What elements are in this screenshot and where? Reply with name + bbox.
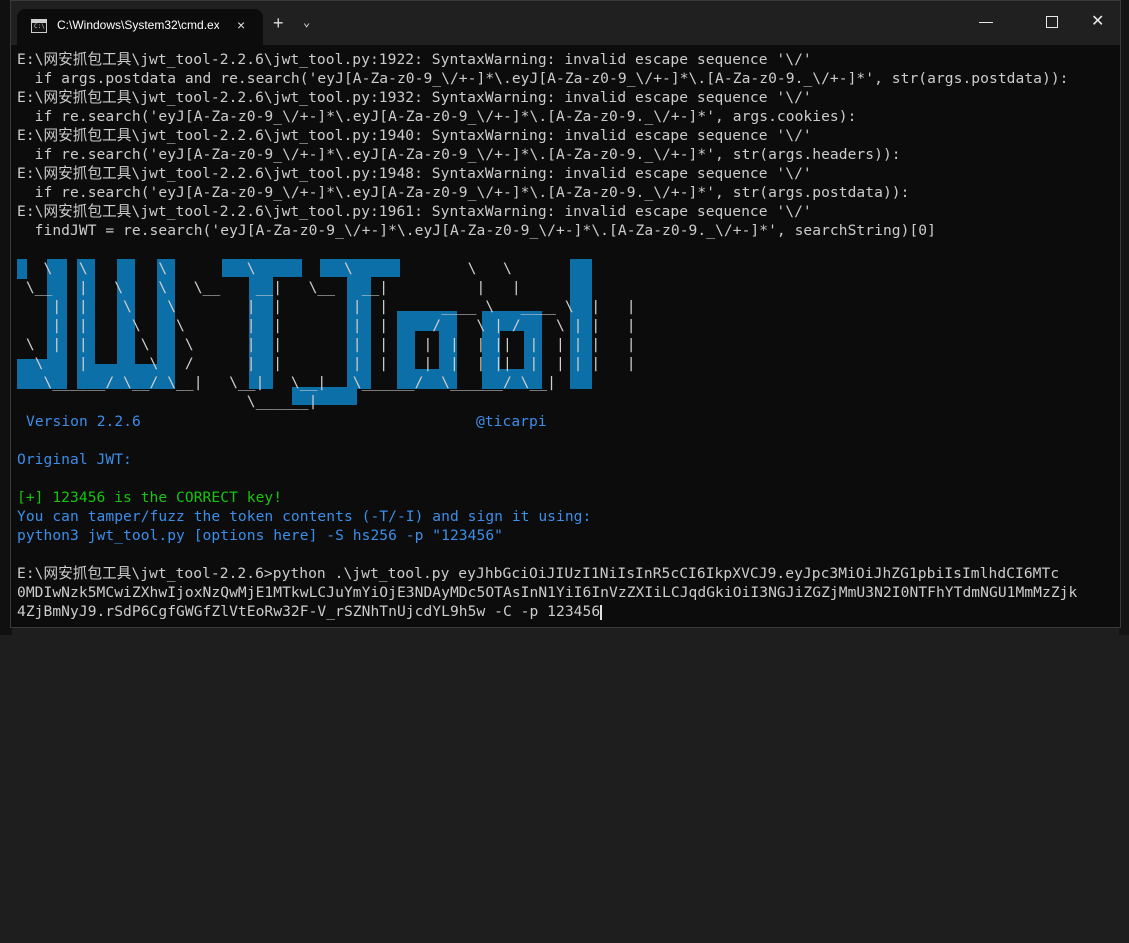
warning-line: E:\网安抓包工具\jwt_tool-2.2.6\jwt_tool.py:194… xyxy=(17,165,812,182)
cmd-icon: C:\ xyxy=(31,19,47,33)
logo-row: \______/ \__/ \__| \__| \__| \______/ \_… xyxy=(17,374,557,391)
logo-row: | | \ \ | | | | ____ \ ____ \ | | xyxy=(17,298,636,315)
logo-row: \ \ \ \ \ \ \ xyxy=(17,260,512,277)
warning-code-line: if re.search('eyJ[A-Za-z0-9_\/+-]*\.eyJ[… xyxy=(17,146,901,163)
terminal-window: C:\ C:\Windows\System32\cmd.exe × + ⌄ ✕ … xyxy=(10,0,1121,628)
prompt-line: 4ZjBmNyJ9.rSdP6CgfGWGfZlVtEoRw32F-V_rSZN… xyxy=(17,602,603,621)
terminal-tab[interactable]: C:\ C:\Windows\System32\cmd.exe × xyxy=(17,9,263,45)
warning-code-line: if re.search('eyJ[A-Za-z0-9_\/+-]*\.eyJ[… xyxy=(17,108,857,125)
prompt-line: 0MDIwNzk5MCwiZXhwIjoxNzQwMjE1MTkwLCJuYmY… xyxy=(17,584,1078,601)
close-window-button[interactable]: ✕ xyxy=(1091,11,1104,31)
minimize-button[interactable] xyxy=(979,22,993,23)
logo-row: \ | | \ \ | | | | | | | || | | | | | xyxy=(17,336,636,353)
logo-row: \__ | \ \ \__ __| \__ __| | | xyxy=(17,279,521,296)
warning-line: E:\网安抓包工具\jwt_tool-2.2.6\jwt_tool.py:194… xyxy=(17,127,812,144)
title-bar: C:\ C:\Windows\System32\cmd.exe × + ⌄ ✕ xyxy=(11,1,1120,45)
sign-command: python3 jwt_tool.py [options here] -S hs… xyxy=(17,527,503,544)
terminal-output[interactable]: E:\网安抓包工具\jwt_tool-2.2.6\jwt_tool.py:192… xyxy=(17,50,1117,624)
logo-row: | | \ \ | | | | / \ | / \ | | | xyxy=(17,317,636,334)
tamper-hint: You can tamper/fuzz the token contents (… xyxy=(17,508,592,525)
warning-code-line: findJWT = re.search('eyJ[A-Za-z0-9_\/+-]… xyxy=(17,222,936,239)
tab-title: C:\Windows\System32\cmd.exe xyxy=(57,18,219,32)
version-label: Version 2.2.6 xyxy=(26,413,141,430)
jwt-tool-logo: \ \ \ \ \ \ \ \__ | \ \ \__ __| \__ __| … xyxy=(17,259,635,411)
new-tab-button[interactable]: + xyxy=(273,14,284,32)
close-tab-icon[interactable]: × xyxy=(237,17,245,33)
warning-line: E:\网安抓包工具\jwt_tool-2.2.6\jwt_tool.py:196… xyxy=(17,203,812,220)
text-cursor xyxy=(600,604,603,620)
warning-code-line: if args.postdata and re.search('eyJ[A-Za… xyxy=(17,70,1069,87)
warning-code-line: if re.search('eyJ[A-Za-z0-9_\/+-]*\.eyJ[… xyxy=(17,184,910,201)
chevron-down-icon[interactable]: ⌄ xyxy=(303,15,310,29)
correct-key-message: [+] 123456 is the CORRECT key! xyxy=(17,489,283,506)
warning-line: E:\网安抓包工具\jwt_tool-2.2.6\jwt_tool.py:192… xyxy=(17,51,812,68)
logo-row: \ | \ / | | | | | | | || | | | | | xyxy=(17,355,636,372)
original-jwt-label: Original JWT: xyxy=(17,451,132,468)
prompt-line: E:\网安抓包工具\jwt_tool-2.2.6>python .\jwt_to… xyxy=(17,565,1060,582)
author-label: @ticarpi xyxy=(476,413,547,430)
maximize-button[interactable] xyxy=(1046,16,1058,28)
prompt-text: 4ZjBmNyJ9.rSdP6CgfGWGfZlVtEoRw32F-V_rSZN… xyxy=(17,603,601,620)
warning-line: E:\网安抓包工具\jwt_tool-2.2.6\jwt_tool.py:193… xyxy=(17,89,812,106)
logo-row: \______| xyxy=(17,393,318,410)
